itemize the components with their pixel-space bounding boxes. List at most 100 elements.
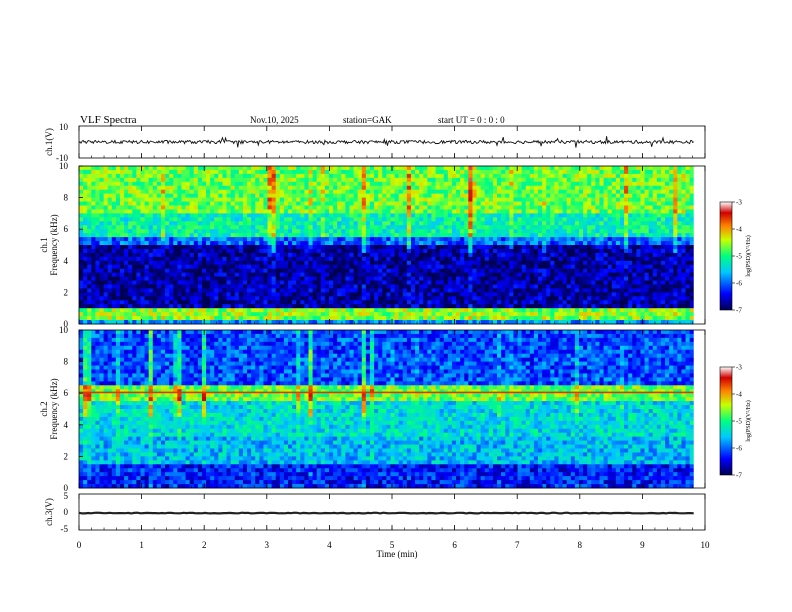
spectrogram-cell	[128, 197, 133, 202]
spectrogram-cell	[345, 245, 350, 250]
spectrogram-cell	[443, 237, 449, 242]
spectrogram-cell	[611, 264, 617, 270]
spectrogram-cell	[402, 256, 408, 262]
spectrogram-cell	[480, 225, 486, 230]
spectrogram-cell	[619, 189, 625, 195]
spectrogram-cell	[378, 292, 383, 297]
spectrogram-cell	[628, 276, 633, 281]
spectrogram-cell	[328, 256, 334, 262]
spectrogram-cell	[632, 256, 637, 262]
spectrogram-cell	[468, 205, 473, 210]
spectrogram-cell	[144, 189, 150, 195]
spectrogram-cell	[599, 181, 604, 187]
spectrogram-cell	[431, 245, 436, 250]
spectrogram-cell	[197, 225, 203, 230]
spectrogram-cell	[591, 272, 596, 277]
spectrogram-cell	[578, 256, 584, 262]
spectrogram-cell	[566, 280, 572, 285]
spectrogram-cell	[394, 241, 400, 246]
spectrogram-cell	[283, 260, 289, 266]
spectrogram-cell	[665, 229, 670, 234]
spectrogram-cell	[443, 185, 449, 191]
spectrogram-cell	[333, 185, 338, 191]
spectrogram-cell	[365, 264, 371, 270]
spectrogram-cell	[234, 229, 240, 234]
spectrogram-cell	[509, 276, 514, 281]
spectrogram-cell	[165, 229, 170, 234]
spectrogram-cell	[460, 185, 465, 191]
spectrogram-cell	[599, 260, 604, 266]
spectrogram-cell	[652, 189, 658, 195]
spectrogram-cell	[156, 268, 162, 274]
spectrogram-cell	[292, 237, 297, 242]
spectrogram-cell	[431, 280, 436, 285]
spectrogram-cell	[538, 268, 543, 274]
spectrogram-cell	[431, 189, 436, 195]
spectrogram-cell	[636, 272, 641, 277]
spectrogram-cell	[607, 233, 613, 238]
spectrogram-cell	[628, 173, 633, 179]
spectrogram-cell	[574, 280, 580, 285]
spectrogram-cell	[660, 205, 666, 210]
spectrogram-cell	[156, 205, 162, 210]
spectrogram-cell	[431, 229, 436, 234]
spectrogram-cell	[689, 201, 695, 206]
spectrogram-cell	[160, 288, 166, 293]
spectrogram-cell	[320, 280, 326, 285]
spectrogram-cell	[316, 177, 322, 183]
spectrogram-cell	[566, 166, 572, 171]
spectrogram-cell	[402, 292, 408, 297]
spectrogram-cell	[673, 225, 678, 230]
spectrogram-cell	[402, 241, 408, 246]
spectrogram-cell	[247, 193, 252, 198]
spectrogram-cell	[394, 209, 400, 214]
spectrogram-cell	[382, 181, 387, 187]
spectrogram-cell	[423, 260, 428, 266]
spectrogram-cell	[316, 264, 322, 270]
spectrogram-cell	[333, 213, 338, 218]
spectrogram-cell	[394, 256, 400, 262]
spectrogram-cell	[583, 185, 588, 191]
spectrogram-cell	[312, 201, 318, 206]
spectrogram-cell	[165, 217, 170, 222]
spectrogram-cell	[525, 284, 531, 289]
spectrogram-cell	[91, 296, 96, 301]
spectrogram-cell	[193, 292, 199, 297]
spectrogram-cell	[140, 173, 145, 179]
spectrogram-cell	[472, 241, 477, 246]
spectrogram-cell	[574, 284, 580, 289]
spectrogram-cell	[156, 185, 162, 191]
spectrogram-cell	[443, 209, 449, 214]
spectrogram-cell	[595, 237, 600, 242]
spectrogram-cell	[521, 169, 527, 175]
spectrogram-cell	[476, 272, 482, 277]
spectrogram-cell	[472, 185, 477, 191]
spectrogram-cell	[83, 193, 88, 198]
spectrogram-cell	[640, 241, 645, 246]
spectrogram-cell	[222, 181, 227, 187]
spectrogram-cell	[230, 201, 236, 206]
spectrogram-cell	[591, 169, 596, 175]
spectrogram-cell	[669, 209, 674, 214]
spectrogram-cell	[292, 264, 297, 270]
spectrogram-cell	[107, 296, 113, 301]
spectrogram-cell	[636, 229, 641, 234]
spectrogram-cell	[529, 260, 535, 266]
spectrogram-cell	[111, 272, 117, 277]
spectrogram-cell	[140, 256, 145, 262]
spectrogram-cell	[165, 181, 170, 187]
spectrogram-cell	[197, 288, 203, 293]
spectrogram-cell	[685, 268, 691, 274]
spectrogram-cell	[415, 173, 420, 179]
spectrogram-cell	[660, 169, 666, 175]
spectrogram-cell	[570, 169, 576, 175]
spectrogram-cell	[632, 201, 637, 206]
spectrogram-cell	[550, 209, 555, 214]
spectrogram-cell	[546, 193, 551, 198]
spectrogram-cell	[460, 264, 465, 270]
spectrogram-cell	[632, 237, 637, 242]
spectrogram-cell	[173, 217, 178, 222]
spectrogram-cell	[226, 169, 232, 175]
spectrogram-cell	[308, 272, 313, 277]
spectrogram-cell	[681, 248, 686, 254]
